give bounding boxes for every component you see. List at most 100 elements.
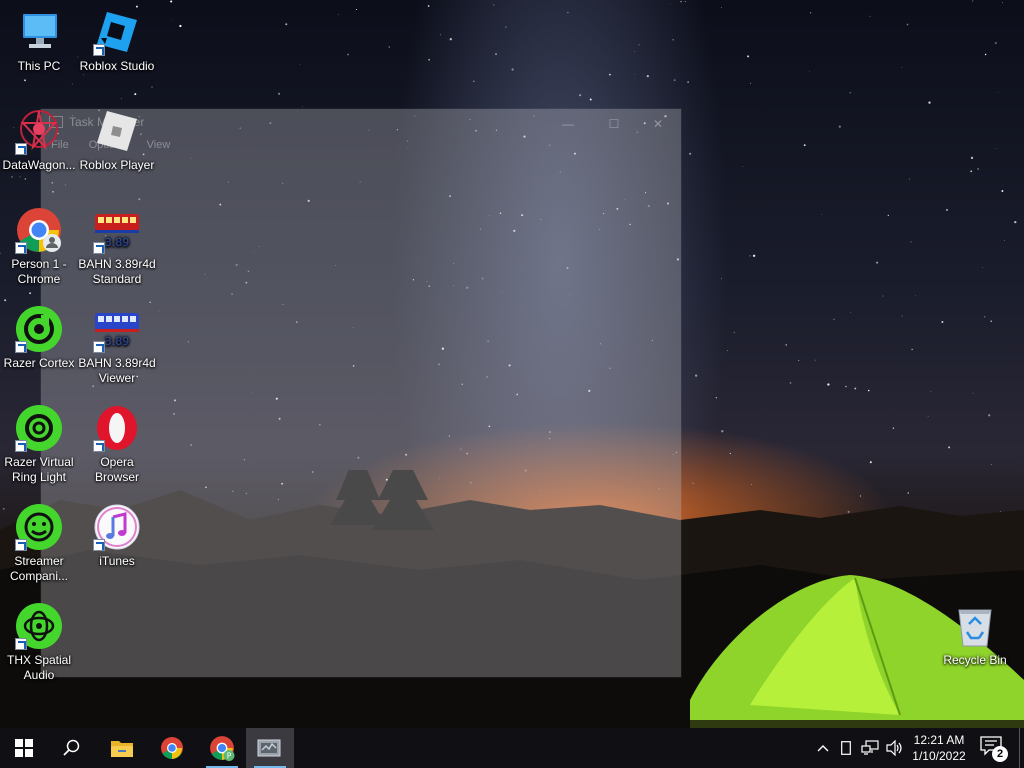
- star: [809, 70, 810, 72]
- star: [1004, 239, 1006, 241]
- star: [634, 73, 635, 75]
- star: [845, 385, 847, 388]
- desktop-icon-streamer-companion[interactable]: Streamer Compani...: [0, 503, 78, 584]
- star: [972, 0, 974, 2]
- maximize-button[interactable]: ☐: [591, 113, 637, 135]
- star: [809, 12, 812, 14]
- minimize-button[interactable]: —: [545, 113, 591, 135]
- star: [505, 26, 507, 28]
- star: [347, 53, 350, 56]
- taskbar-clock[interactable]: 12:21 AM 1/10/2022: [904, 732, 974, 764]
- icon-label: Opera Browser: [94, 455, 139, 484]
- star: [449, 38, 452, 41]
- icon-label: Razer Cortex: [3, 356, 75, 370]
- star: [982, 267, 983, 268]
- icon-label: Razer Virtual Ring Light: [4, 455, 74, 484]
- close-button[interactable]: ✕: [635, 113, 681, 135]
- star: [720, 7, 722, 9]
- star: [579, 94, 582, 97]
- star: [910, 241, 912, 243]
- shortcut-arrow-icon: [93, 242, 105, 254]
- shortcut-arrow-icon: [15, 539, 27, 551]
- star: [747, 55, 750, 58]
- star: [715, 396, 718, 399]
- star: [928, 101, 931, 104]
- star: [733, 331, 735, 333]
- icon-label: This PC: [17, 59, 61, 73]
- taskbar-chrome-profile[interactable]: P: [198, 728, 246, 768]
- star: [789, 381, 792, 384]
- desktop-icon-thx-spatial[interactable]: THX Spatial Audio: [0, 602, 78, 683]
- desktop-icon-itunes[interactable]: iTunes: [78, 503, 156, 569]
- shortcut-arrow-icon: [15, 638, 27, 650]
- icon-label: BAHN 3.89r4d Standard: [78, 257, 156, 286]
- star: [990, 464, 992, 466]
- icon-label: iTunes: [99, 554, 135, 568]
- taskbar-file-explorer[interactable]: [98, 728, 146, 768]
- taskbar-task-manager[interactable]: [246, 728, 294, 768]
- desktop-icon-razer-cortex[interactable]: Razer Cortex: [0, 305, 78, 371]
- icon-label: Roblox Player: [79, 158, 155, 172]
- desktop-icon-datawagon[interactable]: DataWagon...: [0, 107, 78, 173]
- star: [911, 348, 913, 351]
- star: [278, 92, 281, 95]
- star: [4, 299, 7, 302]
- desktop-icon-bahn-viewer[interactable]: 3.89 BAHN 3.89r4d Viewer: [78, 305, 156, 386]
- task-manager-icon: [257, 739, 281, 757]
- chevron-up-icon: [817, 745, 829, 752]
- star: [930, 391, 932, 393]
- star: [994, 42, 997, 45]
- desktop-icon-roblox-studio[interactable]: Roblox Studio: [78, 8, 156, 74]
- volume-icon: [886, 740, 902, 756]
- star: [833, 318, 835, 321]
- desktop-icon-roblox-player[interactable]: Roblox Player: [78, 107, 156, 173]
- shortcut-arrow-icon: [93, 440, 105, 452]
- star: [634, 51, 635, 53]
- search-button[interactable]: [48, 728, 96, 768]
- bahn-version-badge: 3.89: [105, 335, 130, 348]
- star: [71, 83, 73, 85]
- windows-icon: [15, 739, 33, 757]
- star: [179, 24, 182, 28]
- tray-tablet[interactable]: [836, 728, 856, 768]
- star: [850, 312, 852, 313]
- taskbar: P 12:21 AM 1/10/2022 2: [0, 728, 1024, 768]
- chrome-profile-icon: P: [210, 736, 235, 761]
- task-manager-window-ghost[interactable]: Task Manager — ☐ ✕ File Options View: [41, 109, 681, 677]
- star: [915, 295, 916, 296]
- clock-date: 1/10/2022: [912, 749, 966, 763]
- star: [493, 4, 495, 6]
- star: [741, 166, 743, 167]
- star: [24, 79, 26, 82]
- start-button[interactable]: [0, 728, 48, 768]
- star: [172, 19, 174, 20]
- shortcut-arrow-icon: [15, 242, 27, 254]
- desktop-icon-person1-chrome[interactable]: Person 1 - Chrome: [0, 206, 78, 287]
- taskbar-chrome[interactable]: [148, 728, 196, 768]
- chrome-icon: [161, 737, 183, 759]
- tray-network[interactable]: [858, 728, 882, 768]
- show-desktop-button[interactable]: [1019, 728, 1024, 768]
- action-center-button[interactable]: 2: [980, 736, 1008, 762]
- show-hidden-icons-button[interactable]: [812, 728, 834, 768]
- star: [151, 86, 153, 88]
- star: [646, 74, 649, 78]
- desktop-icon-recycle-bin[interactable]: Recycle Bin: [936, 602, 1014, 668]
- star: [984, 316, 986, 318]
- star: [945, 208, 949, 211]
- desktop-icon-razer-ring-light[interactable]: Razer Virtual Ring Light: [0, 404, 78, 485]
- shortcut-arrow-icon: [93, 44, 105, 56]
- tray-volume[interactable]: [884, 728, 906, 768]
- star: [749, 255, 751, 257]
- star: [19, 176, 21, 178]
- star: [869, 15, 871, 17]
- star: [849, 92, 851, 94]
- desktop-icon-bahn-standard[interactable]: 3.89 BAHN 3.89r4d Standard: [78, 206, 156, 287]
- network-icon: [861, 740, 879, 755]
- tablet-icon: [841, 741, 851, 755]
- desktop-icon-this-pc[interactable]: This PC: [0, 8, 78, 74]
- desktop-icon-opera[interactable]: Opera Browser: [78, 404, 156, 485]
- star: [814, 359, 816, 361]
- star: [669, 3, 671, 5]
- star: [972, 392, 974, 394]
